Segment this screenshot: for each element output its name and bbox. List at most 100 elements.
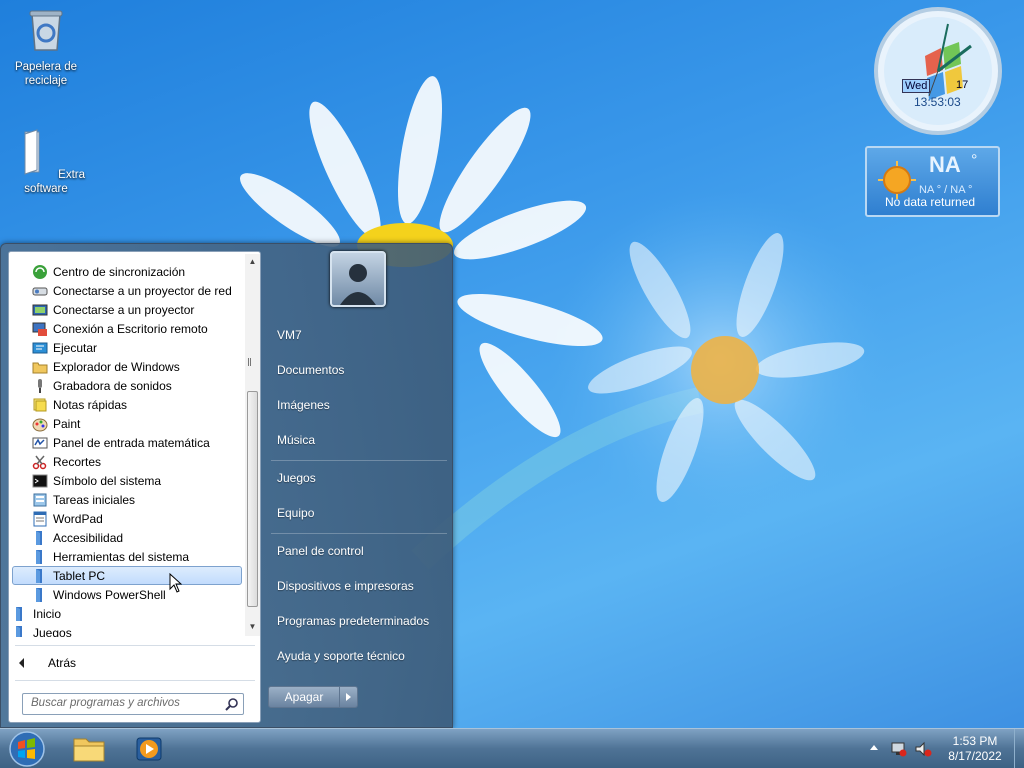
media-player-icon[interactable] [122, 731, 176, 767]
program-label: Grabadora de sonidos [53, 378, 172, 393]
tray-date: 8/17/2022 [948, 749, 1002, 763]
recycle-bin-icon [29, 10, 63, 51]
program-item[interactable]: Centro de sincronización [32, 262, 185, 281]
recycle-bin-desktop-icon[interactable]: Papelera de reciclaje [6, 6, 86, 88]
clock-day: Wed [902, 79, 931, 93]
wordpad-icon [33, 511, 47, 526]
program-item[interactable]: Notas rápidas [32, 395, 127, 414]
program-label: Conexión a Escritorio remoto [53, 321, 208, 336]
program-label: Ejecutar [53, 340, 98, 355]
program-label: Notas rápidas [53, 397, 128, 412]
program-item[interactable]: Conectarse a un proyector [32, 300, 194, 319]
clock-face-icon [874, 7, 1002, 135]
program-label: Inicio [33, 606, 62, 621]
divider [15, 645, 255, 646]
paint-palette-icon [32, 418, 48, 431]
clock-time: 13:53:03 [914, 95, 961, 109]
remote-desktop-icon [32, 322, 47, 336]
weather-gadget[interactable]: NA ° NA ° / NA ° No data returned [865, 146, 1000, 217]
start-right-item[interactable]: Ayuda y soporte técnico [277, 649, 405, 663]
weather-status: No data returned [885, 195, 976, 209]
snipping-tool-icon [32, 455, 47, 469]
scroll-down-arrow-icon[interactable]: ▼ [248, 622, 257, 631]
weather-temperature: NA [929, 152, 961, 177]
shutdown-button[interactable]: Apagar [268, 686, 340, 708]
getting-started-icon [33, 493, 47, 506]
divider [271, 460, 447, 461]
start-right-item[interactable]: Programas predeterminados [277, 614, 429, 628]
command-prompt-icon [32, 474, 48, 487]
program-item[interactable]: Grabadora de sonidos [32, 376, 172, 395]
sun-icon [878, 161, 916, 199]
start-right-item[interactable]: Panel de control [277, 544, 364, 558]
folder-icon [16, 606, 22, 621]
system-clock[interactable]: 1:53 PM 8/17/2022 [940, 734, 1010, 764]
folder-icon [24, 129, 40, 175]
program-item[interactable]: Paint [32, 414, 80, 433]
weather-degree: ° [971, 152, 978, 169]
search-placeholder: Buscar programas y archivos [31, 697, 180, 709]
program-label: Panel de entrada matemática [53, 435, 210, 450]
search-input[interactable]: Buscar programas y archivos [22, 693, 244, 715]
all-programs-list: Centro de sincronización Conectarse a un … [9, 252, 245, 637]
program-label: Paint [53, 416, 81, 431]
program-item[interactable]: Recortes [32, 452, 101, 471]
scroll-up-arrow-icon[interactable]: ▲ [248, 257, 257, 266]
programs-scrollbar[interactable]: ▲ ▼ [245, 254, 260, 636]
volume-muted-icon[interactable] [914, 741, 932, 757]
start-right-item[interactable]: VM7 [277, 328, 302, 342]
start-right-item[interactable]: Imágenes [277, 398, 330, 412]
folder-icon [36, 549, 42, 564]
sticky-notes-icon [33, 398, 47, 411]
program-item[interactable]: Windows PowerShell [32, 585, 166, 604]
explorer-folder-icon[interactable] [62, 731, 116, 767]
start-menu-right-pane: VM7 Documentos Imágenes Música Juegos Equipo P… [263, 244, 453, 728]
folder-icon [36, 530, 42, 545]
program-item[interactable]: WordPad [32, 509, 103, 528]
program-item[interactable]: Herramientas del sistema [32, 547, 189, 566]
program-label: Tareas iniciales [53, 492, 136, 507]
shutdown-label: Apagar [284, 690, 324, 704]
program-item[interactable]: Juegos [12, 623, 72, 637]
scrollbar-grip-icon [248, 358, 251, 366]
folder-icon [36, 587, 42, 602]
program-label: Centro de sincronización [53, 264, 186, 279]
program-item[interactable]: Ejecutar [32, 338, 97, 357]
program-item[interactable]: Símbolo del sistema [32, 471, 161, 490]
program-label: WordPad [53, 511, 103, 526]
start-right-item[interactable]: Música [277, 433, 315, 447]
program-label: Accesibilidad [53, 530, 124, 545]
start-right-item[interactable]: Documentos [277, 363, 344, 377]
clock-gadget[interactable]: Wed 17 13:53:03 [873, 6, 1003, 136]
program-item[interactable]: Accesibilidad [32, 528, 123, 547]
start-menu: Centro de sincronización Conectarse a un … [0, 243, 453, 728]
start-right-item[interactable]: Juegos [277, 471, 316, 485]
microphone-icon [38, 378, 42, 393]
projector-icon [32, 304, 48, 315]
mouse-cursor-icon [169, 573, 182, 593]
program-item[interactable]: Inicio [12, 604, 61, 623]
program-item[interactable]: Tareas iniciales [32, 490, 135, 509]
show-hidden-icons-icon[interactable] [870, 745, 878, 750]
divider [15, 680, 255, 681]
program-item[interactable]: Conexión a Escritorio remoto [32, 319, 208, 338]
program-item[interactable]: Tablet PC [12, 566, 242, 585]
extra-software-desktop-icon[interactable]: Extra software [6, 128, 86, 196]
start-right-item[interactable]: Equipo [277, 506, 314, 520]
scrollbar-thumb[interactable] [247, 391, 258, 607]
back-button[interactable]: Atrás [19, 656, 76, 670]
user-avatar[interactable] [330, 251, 386, 307]
shutdown-options-arrow-icon[interactable] [340, 686, 358, 708]
program-item[interactable]: Explorador de Windows [32, 357, 180, 376]
start-orb-icon[interactable] [6, 730, 48, 768]
folder-icon [36, 568, 42, 583]
program-item[interactable]: Panel de entrada matemática [32, 433, 210, 452]
show-desktop-button[interactable] [1014, 729, 1024, 768]
search-icon[interactable] [225, 697, 239, 711]
divider [271, 533, 447, 534]
program-label: Símbolo del sistema [53, 473, 162, 488]
program-item[interactable]: Conectarse a un proyector de red [32, 281, 232, 300]
sync-center-icon [33, 264, 47, 279]
start-right-item[interactable]: Dispositivos e impresoras [277, 579, 414, 593]
network-icon[interactable] [890, 741, 908, 757]
